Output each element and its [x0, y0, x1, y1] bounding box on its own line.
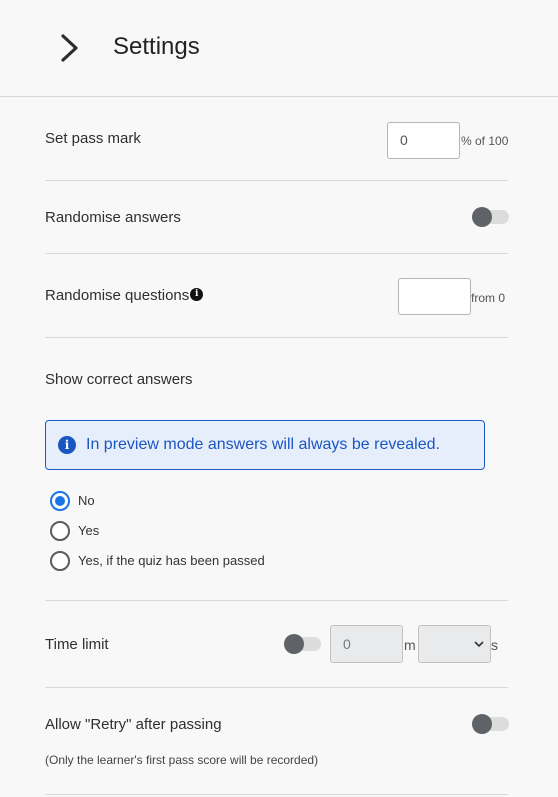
settings-header: Settings [0, 0, 558, 97]
allow-retry-label: Allow "Retry" after passing [45, 716, 222, 733]
radio-no[interactable] [50, 491, 70, 511]
radio-yes-label: Yes [78, 523, 100, 538]
time-limit-seconds-select[interactable] [418, 625, 491, 663]
pass-mark-suffix: % of 100 [461, 134, 509, 148]
divider [45, 180, 508, 181]
radio-yes-if-passed[interactable] [50, 551, 70, 571]
allow-retry-note: (Only the learner's first pass score wil… [45, 753, 319, 767]
randomise-questions-row: Randomise questions i [45, 287, 204, 304]
preview-mode-info-box: i In preview mode answers will always be… [45, 420, 485, 470]
randomise-questions-input[interactable] [398, 278, 471, 315]
allow-retry-toggle[interactable] [472, 714, 509, 734]
toggle-knob [472, 714, 492, 734]
randomise-answers-label: Randomise answers [45, 209, 181, 226]
time-limit-toggle[interactable] [284, 634, 321, 654]
randomise-questions-label: Randomise questions [45, 287, 190, 304]
randomise-questions-suffix: from 0 [471, 291, 506, 305]
info-icon: i [58, 436, 76, 454]
chevron-right-icon[interactable] [58, 33, 82, 63]
divider [45, 253, 508, 254]
chevron-down-icon [474, 641, 484, 648]
seconds-suffix: s [491, 637, 498, 653]
toggle-knob [472, 207, 492, 227]
info-message: In preview mode answers will always be r… [86, 436, 440, 453]
show-correct-answers-label: Show correct answers [45, 371, 193, 388]
page-title: Settings [113, 33, 200, 60]
pass-mark-label: Set pass mark [45, 130, 141, 147]
time-limit-minutes-input[interactable]: 0 [330, 625, 403, 663]
info-icon[interactable]: i [190, 288, 204, 301]
radio-no-label: No [78, 493, 95, 508]
minutes-suffix: m [404, 637, 416, 653]
toggle-knob [284, 634, 304, 654]
divider [45, 600, 508, 601]
divider [45, 337, 508, 338]
radio-yes[interactable] [50, 521, 70, 541]
pass-mark-input[interactable]: 0 [387, 122, 460, 159]
radio-yes-if-passed-label: Yes, if the quiz has been passed [78, 553, 265, 568]
divider [45, 687, 508, 688]
divider [45, 794, 508, 795]
time-limit-label: Time limit [45, 636, 109, 653]
randomise-answers-toggle[interactable] [472, 207, 509, 227]
